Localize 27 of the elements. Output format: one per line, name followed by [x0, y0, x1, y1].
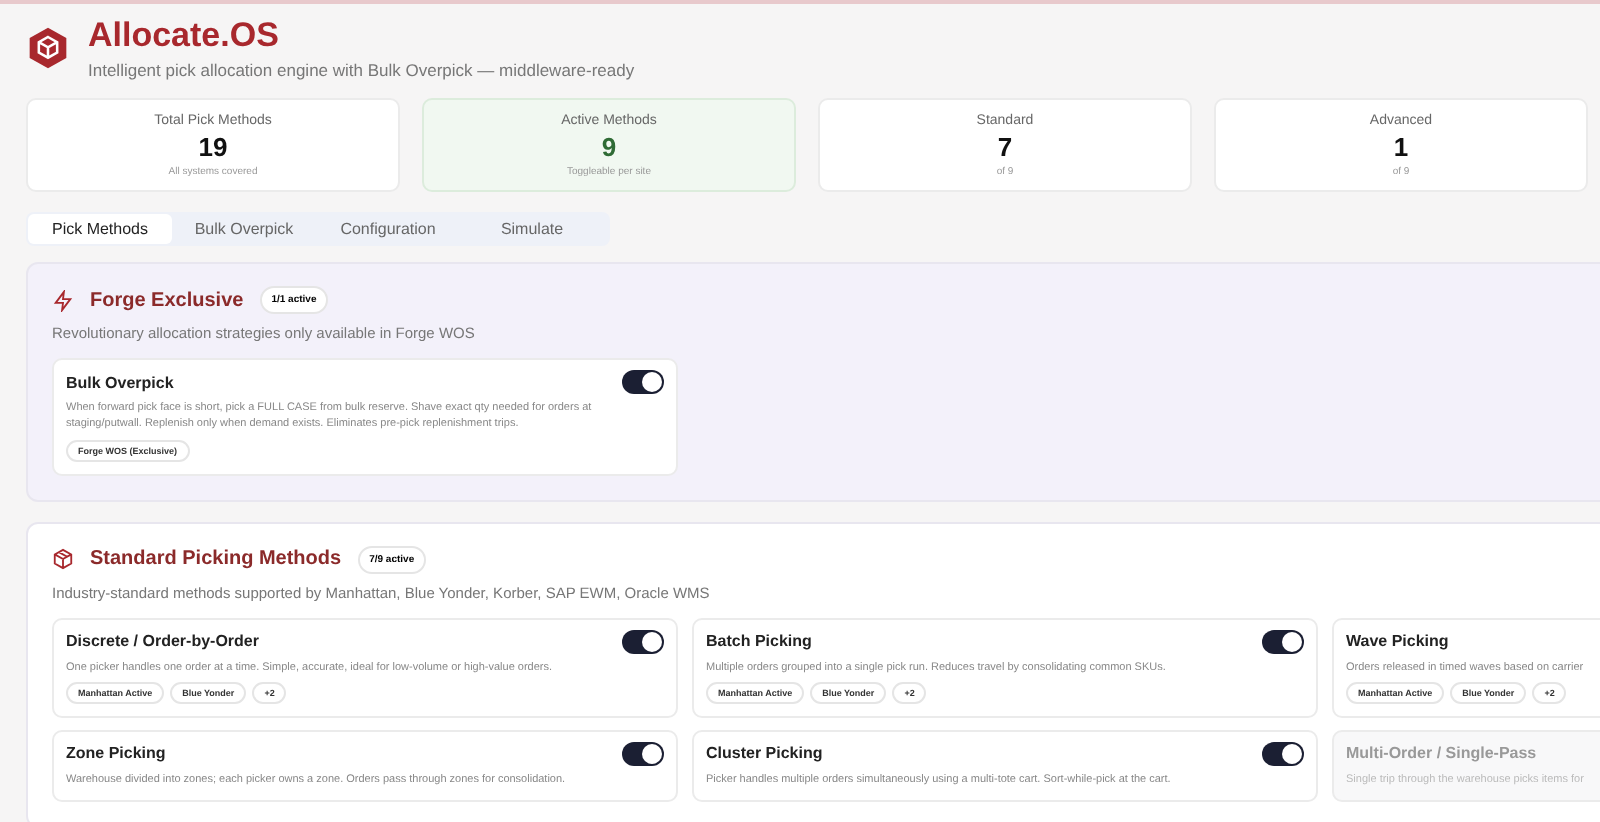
section-title: Standard Picking Methods [90, 548, 342, 570]
stat-value: 1 [1393, 131, 1409, 161]
toggle-switch[interactable] [1262, 741, 1304, 766]
method-name: Batch Picking [706, 632, 812, 650]
cube-logo-icon [26, 26, 70, 70]
method-name: Wave Picking [1346, 632, 1449, 650]
stat-value: 19 [198, 131, 228, 161]
method-name: Multi-Order / Single-Pass [1346, 744, 1537, 763]
toggle-switch[interactable] [622, 741, 664, 766]
stat-value: 9 [601, 131, 617, 161]
lightning-icon [52, 289, 74, 311]
app-title: Allocate.OS [88, 16, 281, 56]
toggle-switch[interactable] [1262, 629, 1304, 653]
method-name: Cluster Picking [706, 744, 823, 763]
package-icon [52, 548, 74, 570]
app-subtitle: Intelligent pick allocation engine with Bulk Overpick — middleware-ready [88, 60, 635, 80]
toggle-switch[interactable] [622, 370, 664, 394]
tab[interactable]: Configuration [316, 214, 460, 244]
stat-value: 7 [997, 131, 1013, 161]
method-name: Discrete / Order-by-Order [66, 632, 259, 650]
tab[interactable]: Simulate [460, 214, 604, 244]
method-name: Zone Picking [66, 744, 166, 763]
section-title: Forge Exclusive [90, 289, 244, 311]
toggle-switch[interactable] [622, 629, 664, 653]
tab[interactable]: Pick Methods [28, 214, 172, 244]
tab[interactable]: Bulk Overpick [172, 214, 316, 244]
method-name: Bulk Overpick [66, 373, 174, 391]
